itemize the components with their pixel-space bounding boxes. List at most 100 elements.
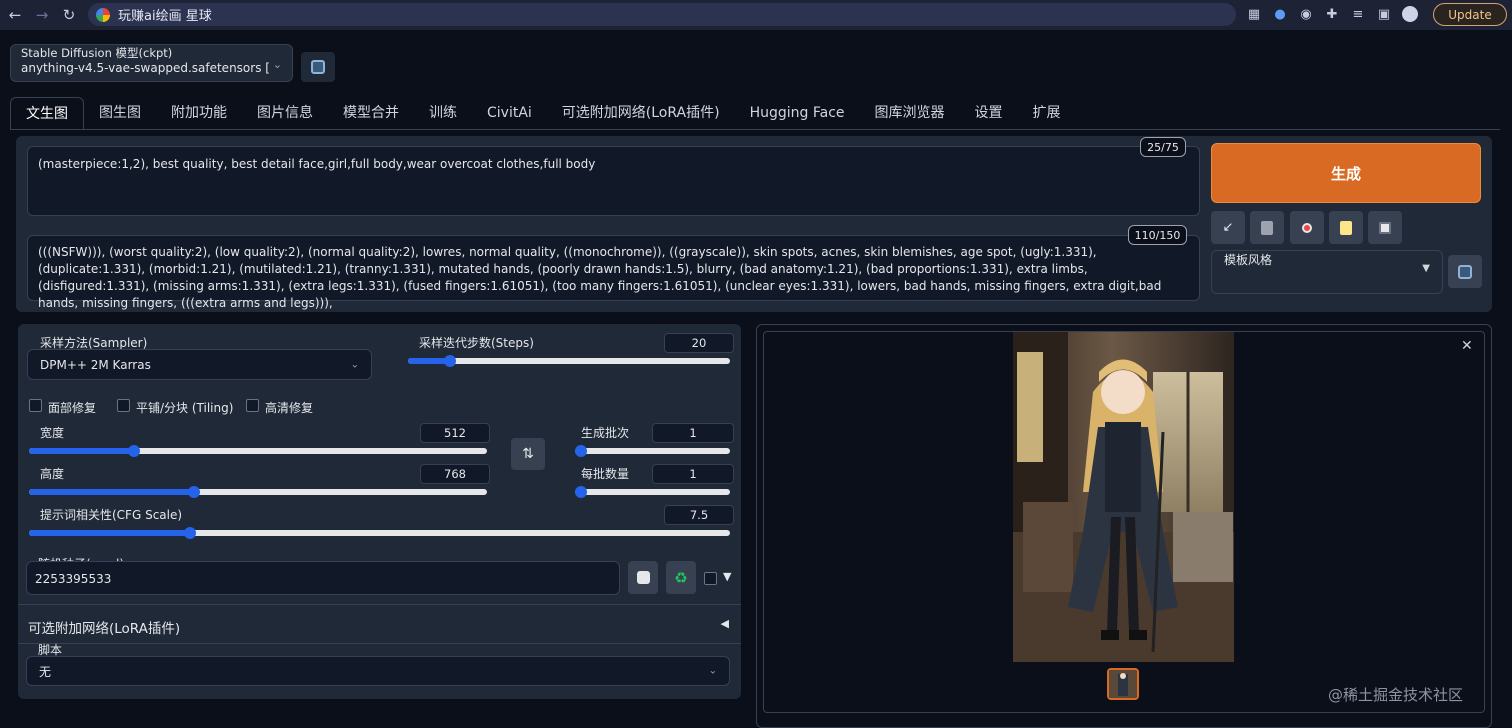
height-label: 高度 [40,467,65,481]
tab-2[interactable]: 附加功能 [156,97,242,130]
lora-accordion[interactable]: 可选附加网络(LoRA插件) ◀ [18,604,741,644]
generated-image[interactable] [1013,332,1234,662]
face-fix-label: 面部修复 [48,401,97,415]
dice-icon [636,571,650,584]
profile-avatar[interactable] [1400,4,1420,24]
slider-fill [29,489,194,495]
tab-8[interactable]: Hugging Face [735,97,860,130]
watermark: @稀土掘金技术社区 [1328,686,1464,704]
height-input[interactable]: 768 [420,464,490,484]
update-button[interactable]: Update [1433,3,1507,26]
height-slider[interactable] [29,486,487,498]
tab-7[interactable]: 可选附加网络(LoRA插件) [547,97,735,130]
batch-size-label: 每批数量 [581,467,630,481]
qr-icon[interactable]: ▦ [1244,4,1264,24]
clear-prompt-button[interactable] [1250,211,1284,244]
back-icon[interactable]: ← [2,2,28,28]
model-label: Stable Diffusion 模型(ckpt) [21,46,173,60]
tab-divider [10,129,1500,130]
slider-thumb[interactable] [443,355,456,367]
width-slider[interactable] [29,445,487,457]
generate-button[interactable]: 生成 [1211,143,1481,203]
batch-count-input[interactable]: 1 [652,423,734,443]
model-refresh-button[interactable] [301,52,335,82]
cfg-input[interactable]: 7.5 [664,505,734,525]
sampler-value: DPM++ 2M Karras [40,357,151,372]
trash-icon [1261,220,1273,235]
style-refresh-button[interactable] [1448,255,1482,288]
caret-down-icon: ▼ [1422,263,1430,274]
negative-prompt-input[interactable]: (((NSFW))), (worst quality:2), (low qual… [27,235,1200,310]
batch-size-input[interactable]: 1 [652,464,734,484]
model-selector[interactable]: Stable Diffusion 模型(ckpt) anything-v4.5-… [10,44,293,82]
page-title: 玩赚ai绘画 星球 [118,9,212,24]
floppy-icon [1379,221,1391,234]
save-style-button[interactable] [1368,211,1402,244]
tab-3[interactable]: 图片信息 [242,97,328,130]
tiling-label: 平铺/分块 (Tiling) [136,401,234,415]
slider-fill [29,448,135,454]
caret-left-icon: ◀ [720,617,729,630]
refresh-icon [311,60,325,74]
seed-value: 2253395533 [35,572,112,586]
red-card-icon [1302,222,1312,233]
swap-arrows-icon: ⇅ [522,446,534,462]
gallery-thumbnail[interactable] [1107,668,1139,700]
chevron-down-icon: ⌄ [272,58,282,71]
main-tabs: 文生图 图生图 附加功能 图片信息 模型合并 训练 CivitAi 可选附加网络(LoRA插件… [10,97,1076,130]
negative-token-counter: 110/150 [1128,225,1187,245]
seed-input[interactable]: 2253395533 [26,561,620,595]
slider-fill [29,530,191,536]
tab-1[interactable]: 图生图 [84,97,156,130]
tab-0[interactable]: 文生图 [10,97,84,130]
slider-thumb[interactable] [575,445,587,457]
tiling-checkbox[interactable] [117,399,130,412]
random-seed-button[interactable] [628,561,658,594]
media-icon[interactable]: ≡ [1348,4,1368,24]
cfg-slider[interactable] [29,527,730,539]
sampler-dropdown[interactable]: DPM++ 2M Karras ⌄ [27,349,372,380]
tab-10[interactable]: 设置 [960,97,1018,130]
tab-5[interactable]: 训练 [414,97,472,130]
reuse-seed-button[interactable]: ♻ [666,561,696,594]
steps-input[interactable]: 20 [664,333,734,353]
batch-count-label: 生成批次 [581,426,630,440]
positive-prompt-input[interactable]: (masterpiece:1,2), best quality, best de… [27,146,1200,216]
tab-6[interactable]: CivitAi [472,97,547,130]
width-label: 宽度 [40,426,65,440]
close-icon[interactable]: ✕ [1461,338,1473,354]
steps-slider[interactable] [408,355,730,367]
arrow-down-left-icon: ↙ [1222,220,1234,235]
positive-token-counter: 25/75 [1140,137,1186,157]
slider-thumb[interactable] [575,486,587,498]
refresh-icon [1458,264,1472,279]
style-dropdown[interactable]: 模板风格 ▼ [1211,250,1443,294]
tab-4[interactable]: 模型合并 [328,97,414,130]
puzzle-icon[interactable]: ✚ [1322,4,1342,24]
camera-icon[interactable]: ◉ [1296,4,1316,24]
width-input[interactable]: 512 [420,423,490,443]
swap-dimensions-button[interactable]: ⇅ [511,438,545,470]
hires-label: 高清修复 [265,401,314,415]
show-extra-networks-button[interactable] [1290,211,1324,244]
batch-size-slider[interactable] [575,486,730,498]
apply-style-button[interactable] [1329,211,1363,244]
script-dropdown[interactable]: 无 ⌄ [26,656,730,686]
extra-seed-caret-icon[interactable]: ▼ [723,570,731,583]
read-params-button[interactable]: ↙ [1211,211,1245,244]
forward-icon[interactable]: → [29,2,55,28]
slider-thumb[interactable] [187,486,200,498]
model-value: anything-v4.5-vae-swapped.safetensors [a… [21,61,269,75]
browser-toolbar: ← → ↻ 玩赚ai绘画 星球 ▦ ● ◉ ✚ ≡ ▣ Update [0,0,1512,30]
extension-blue-icon[interactable]: ● [1270,4,1290,24]
chevron-down-icon: ⌄ [708,665,717,677]
tab-9[interactable]: 图库浏览器 [860,97,960,130]
extra-seed-checkbox[interactable] [704,572,717,585]
batch-count-slider[interactable] [575,445,730,457]
sidepanel-icon[interactable]: ▣ [1374,4,1394,24]
tab-11[interactable]: 扩展 [1018,97,1076,130]
hires-checkbox[interactable] [246,399,259,412]
address-bar[interactable]: 玩赚ai绘画 星球 [88,3,1236,26]
reload-icon[interactable]: ↻ [56,2,82,28]
face-fix-checkbox[interactable] [29,399,42,412]
